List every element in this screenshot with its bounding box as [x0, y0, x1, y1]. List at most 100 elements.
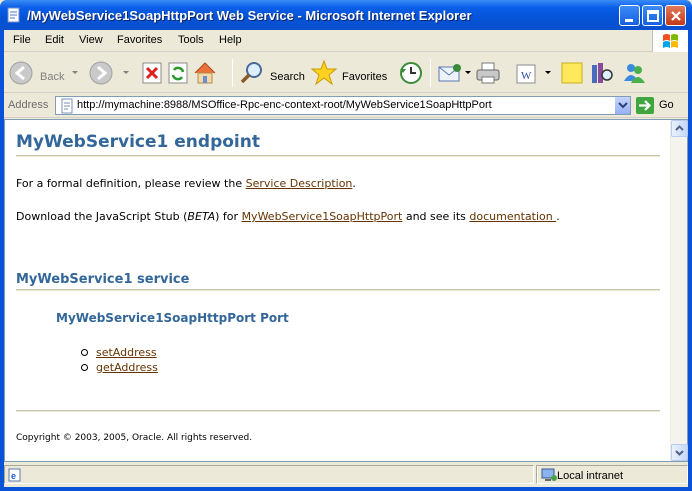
- page-viewport: MyWebService1 endpoint For a formal defi…: [4, 119, 688, 462]
- address-input[interactable]: http://mymachine:8988/MSOffice-Rpc-enc-c…: [55, 96, 631, 115]
- operation-link-setaddress[interactable]: setAddress: [96, 346, 157, 359]
- documentation-link[interactable]: documentation: [469, 210, 556, 223]
- mail-icon: [438, 64, 461, 82]
- address-bar: Address http://mymachine:8988/MSOffice-R…: [4, 94, 688, 118]
- beta-text: BETA: [187, 210, 216, 223]
- menu-edit[interactable]: Edit: [45, 34, 64, 46]
- definition-paragraph: For a formal definition, please review t…: [16, 177, 356, 190]
- title-divider: [16, 155, 660, 157]
- list-item: getAddress: [81, 361, 158, 376]
- service-heading: MyWebService1 service: [16, 272, 190, 287]
- menu-bar: File Edit View Favorites Tools Help: [4, 30, 688, 52]
- toolbar-separator: [430, 59, 431, 87]
- copyright-text: Copyright © 2003, 2005, Oracle. All righ…: [16, 433, 253, 443]
- messenger-button[interactable]: [620, 57, 648, 89]
- sticky-note-icon: [561, 62, 583, 84]
- status-bar: e Local intranet: [4, 463, 688, 485]
- address-dropdown-button[interactable]: [614, 97, 630, 114]
- definition-text: For a formal definition, please review t…: [16, 177, 246, 190]
- favorites-star-icon: [310, 59, 338, 86]
- research-button[interactable]: [589, 57, 615, 89]
- search-icon: [240, 62, 262, 84]
- menu-view[interactable]: View: [79, 34, 103, 46]
- circle-bullet-icon: [81, 364, 88, 371]
- home-button[interactable]: [192, 57, 218, 89]
- go-arrow-icon: [639, 100, 652, 111]
- printer-icon: [476, 62, 500, 84]
- back-button[interactable]: Back: [8, 57, 68, 89]
- standard-toolbar: Back Search Favorites W: [4, 53, 688, 93]
- stop-button[interactable]: [140, 57, 164, 89]
- favorites-button[interactable]: Favorites: [310, 57, 394, 89]
- edit-button[interactable]: W: [512, 57, 540, 89]
- svg-text:W: W: [521, 70, 532, 82]
- address-url: http://mymachine:8988/MSOffice-Rpc-enc-c…: [77, 99, 492, 111]
- forward-dropdown-arrow[interactable]: [123, 71, 129, 74]
- menu-file[interactable]: File: [13, 34, 31, 46]
- maximize-icon: [647, 10, 659, 22]
- minimize-icon: [625, 19, 633, 22]
- arrow-down-icon: [675, 450, 684, 456]
- research-books-icon: [592, 63, 613, 83]
- go-button[interactable]: [636, 97, 654, 114]
- service-description-link[interactable]: Service Description: [246, 177, 353, 190]
- circle-bullet-icon: [81, 349, 88, 356]
- ie-document-icon: [7, 7, 20, 23]
- mail-dropdown-arrow[interactable]: [465, 71, 471, 74]
- security-zone-label: Local intranet: [557, 470, 624, 482]
- ie-page-status-icon: e: [8, 468, 21, 482]
- service-divider: [16, 289, 660, 291]
- menu-tools[interactable]: Tools: [178, 34, 204, 46]
- menu-favorites[interactable]: Favorites: [117, 34, 162, 46]
- messenger-people-icon: [624, 64, 645, 83]
- download-text-2: ) for: [215, 210, 242, 223]
- window-client-area: File Edit View Favorites Tools Help Back…: [4, 30, 688, 487]
- address-label: Address: [8, 99, 49, 111]
- page-title: MyWebService1 endpoint: [16, 132, 260, 152]
- refresh-icon: [168, 62, 188, 84]
- download-paragraph: Download the JavaScript Stub (BETA) for …: [16, 210, 560, 223]
- history-button[interactable]: [397, 57, 425, 89]
- title-bar[interactable]: /MyWebService1SoapHttpPort Web Service -…: [0, 0, 692, 30]
- download-text: Download the JavaScript Stub (: [16, 210, 188, 223]
- list-item: setAddress: [81, 346, 158, 361]
- windows-logo: [652, 30, 688, 52]
- operation-link-getaddress[interactable]: getAddress: [96, 361, 158, 374]
- history-icon: [400, 62, 422, 84]
- back-dropdown-arrow[interactable]: [72, 71, 78, 74]
- forward-button[interactable]: [88, 57, 118, 89]
- scroll-up-button[interactable]: [671, 120, 688, 137]
- chevron-down-icon: [618, 102, 628, 109]
- menu-help[interactable]: Help: [219, 34, 242, 46]
- close-icon: [671, 11, 681, 21]
- download-text-3: and see its: [402, 210, 470, 223]
- definition-period: .: [352, 177, 356, 190]
- windows-flag-icon: [663, 34, 678, 48]
- search-label: Search: [270, 71, 305, 83]
- edit-dropdown-arrow[interactable]: [545, 71, 551, 74]
- maximize-button[interactable]: [642, 5, 663, 26]
- scroll-down-button[interactable]: [671, 444, 688, 461]
- favorites-label: Favorites: [342, 71, 388, 83]
- operations-list: setAddress getAddress: [81, 346, 158, 376]
- javascript-stub-link[interactable]: MyWebService1SoapHttpPort: [242, 210, 403, 223]
- arrow-up-icon: [675, 125, 684, 131]
- minimize-button[interactable]: [619, 5, 640, 26]
- discuss-button[interactable]: [559, 57, 585, 89]
- window-title: /MyWebService1SoapHttpPort Web Service -…: [27, 8, 472, 23]
- vertical-scrollbar[interactable]: [670, 120, 688, 461]
- close-button[interactable]: [665, 5, 686, 26]
- download-period: .: [556, 210, 560, 223]
- print-button[interactable]: [474, 57, 502, 89]
- mail-button[interactable]: [436, 57, 466, 89]
- search-button[interactable]: Search: [238, 57, 306, 89]
- stop-icon: [142, 62, 162, 84]
- web-page: MyWebService1 endpoint For a formal defi…: [5, 120, 671, 461]
- back-arrow-icon: [9, 61, 33, 85]
- browser-window: /MyWebService1SoapHttpPort Web Service -…: [0, 0, 692, 491]
- svg-text:e: e: [11, 471, 16, 481]
- home-icon: [194, 62, 216, 84]
- back-label: Back: [40, 71, 65, 83]
- go-label[interactable]: Go: [659, 99, 674, 111]
- refresh-button[interactable]: [166, 57, 190, 89]
